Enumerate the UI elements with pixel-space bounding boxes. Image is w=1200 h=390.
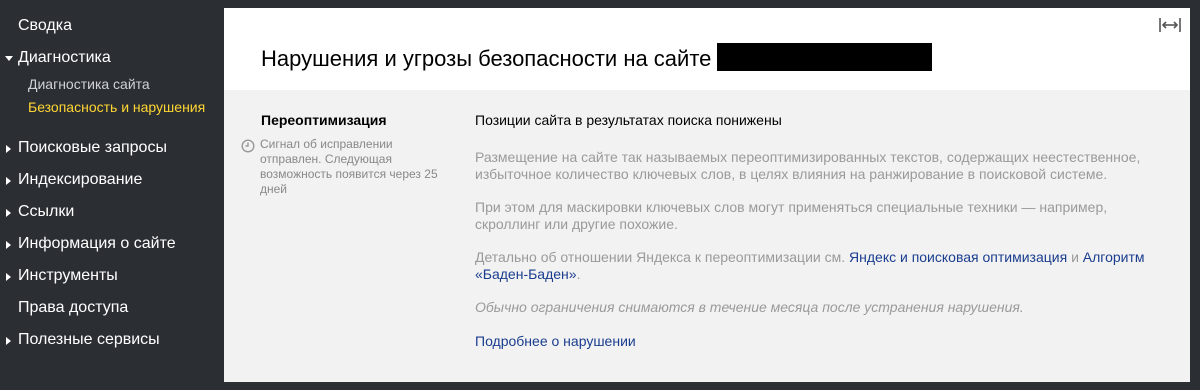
- chevron-right-icon: [6, 241, 11, 249]
- sidebar-item-useful-services[interactable]: Полезные сервисы: [6, 331, 160, 349]
- violation-details: Позиции сайта в результатах поиска пониж…: [475, 112, 1155, 351]
- sidebar-item-label: Полезные сервисы: [18, 331, 160, 348]
- signal-status-text: Сигнал об исправлении отправлен. Следующ…: [260, 137, 438, 196]
- sidebar-subitem-site-diagnostics[interactable]: Диагностика сайта: [28, 76, 150, 92]
- clock-icon: [241, 139, 255, 153]
- chevron-right-icon: [6, 337, 11, 345]
- chevron-right-icon: [6, 145, 11, 153]
- sidebar-item-label: Поисковые запросы: [18, 139, 167, 156]
- sidebar-item-label: Инструменты: [18, 267, 118, 284]
- paragraph-text: .: [576, 266, 581, 282]
- sidebar-item-label: Ссылки: [18, 203, 75, 220]
- violation-name: Переоптимизация: [261, 112, 387, 128]
- sidebar-subitem-security[interactable]: Безопасность и нарушения: [28, 99, 205, 115]
- sidebar-item-indexing[interactable]: Индексирование: [6, 171, 143, 189]
- sidebar-item-label: Права доступа: [18, 299, 129, 316]
- sidebar-item-diagnostics[interactable]: Диагностика: [5, 49, 111, 67]
- link-yandex-seo[interactable]: Яндекс и поисковая оптимизация: [849, 249, 1067, 265]
- sidebar-item-label: Индексирование: [18, 171, 143, 188]
- page-header: Нарушения и угрозы безопасности на сайте: [224, 8, 1190, 90]
- violation-heading: Позиции сайта в результатах поиска пониж…: [475, 112, 782, 128]
- sidebar-item-label: Информация о сайте: [18, 235, 176, 252]
- sidebar-item-access-rights[interactable]: Права доступа: [18, 299, 128, 317]
- main-panel: Нарушения и угрозы безопасности на сайте…: [224, 8, 1190, 382]
- restriction-note: Обычно ограничения снимаются в течение м…: [475, 299, 1024, 315]
- violation-paragraph: Размещение на сайте так называемых перео…: [475, 149, 1141, 182]
- chevron-right-icon: [6, 209, 11, 217]
- redacted-site-name: [717, 43, 933, 72]
- sidebar-item-summary[interactable]: Сводка: [18, 17, 72, 35]
- violation-paragraph: При этом для маскировки ключевых слов мо…: [475, 199, 1108, 232]
- sidebar-subitem-label: Диагностика сайта: [28, 76, 150, 92]
- expand-horizontal-icon[interactable]: [1158, 16, 1182, 34]
- page-title-text: Нарушения и угрозы безопасности на сайте: [261, 46, 712, 71]
- paragraph-text: Детально об отношении Яндекса к переопти…: [475, 249, 846, 265]
- sidebar-item-links[interactable]: Ссылки: [6, 203, 75, 221]
- sidebar-item-label: Диагностика: [18, 49, 111, 66]
- sidebar-subitem-label: Безопасность и нарушения: [28, 99, 206, 115]
- sidebar-item-label: Сводка: [18, 17, 73, 34]
- sidebar: Сводка Диагностика Диагностика сайта Без…: [0, 0, 224, 390]
- more-about-violation-link[interactable]: Подробнее о нарушении: [475, 333, 636, 349]
- page-title: Нарушения и угрозы безопасности на сайте: [261, 43, 933, 74]
- chevron-down-icon: [5, 56, 13, 61]
- sidebar-item-tools[interactable]: Инструменты: [6, 267, 118, 285]
- violation-paragraph-links: Детально об отношении Яндекса к переопти…: [475, 249, 1155, 283]
- chevron-right-icon: [6, 273, 11, 281]
- paragraph-text: и: [1071, 249, 1079, 265]
- sidebar-item-site-info[interactable]: Информация о сайте: [6, 235, 176, 253]
- chevron-right-icon: [6, 177, 11, 185]
- sidebar-item-search-queries[interactable]: Поисковые запросы: [6, 139, 167, 157]
